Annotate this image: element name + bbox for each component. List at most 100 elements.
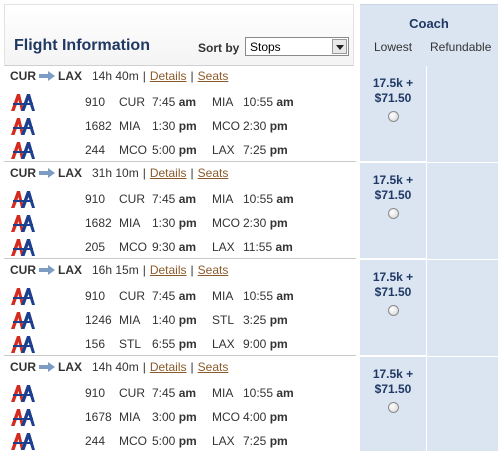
fare-price: 17.5k + $71.50 (360, 270, 426, 300)
sort-dropdown-value: Stops (250, 40, 281, 54)
seats-link[interactable]: Seats (198, 69, 229, 83)
departure-time: 3:00 pm (152, 410, 197, 424)
details-link[interactable]: Details (150, 360, 187, 374)
trip-duration: 31h 10m (92, 166, 139, 180)
coach-fare-cell: 17.5k + $71.50 (360, 260, 498, 356)
departure-airport: CUR (119, 386, 145, 400)
flight-segment: 244 MCO 5:00 pm LAX 7:25 pm (4, 138, 356, 162)
departure-time-value: 6:55 (152, 337, 176, 351)
departure-time-value: 3:00 (152, 410, 176, 424)
refundable-fare-cell (426, 66, 498, 162)
arrival-ampm: pm (269, 337, 288, 351)
fare-cash: $71.50 (374, 188, 412, 202)
arrival-airport: LAX (212, 434, 235, 448)
details-link[interactable]: Details (150, 166, 187, 180)
arrival-airport: MIA (212, 95, 234, 109)
details-link[interactable]: Details (150, 69, 187, 83)
arrival-airport: STL (212, 313, 235, 327)
destination-code: LAX (58, 360, 82, 374)
coach-fare-cell: 17.5k + $71.50 (360, 66, 498, 162)
arrival-time-value: 10:55 (243, 192, 274, 206)
departure-ampm: pm (178, 143, 197, 157)
departure-time-value: 7:45 (152, 192, 176, 206)
arrival-airport: LAX (212, 337, 235, 351)
departure-time: 5:00 pm (152, 143, 197, 157)
departure-airport: MIA (119, 119, 141, 133)
flight-segment: 244 MCO 5:00 pm LAX 7:25 pm (4, 429, 356, 451)
fare-select-radio[interactable] (388, 402, 399, 413)
flight-number: 910 (85, 386, 106, 400)
flight-number: 1682 (85, 216, 112, 230)
flight-segment: 1246 MIA 1:40 pm STL 3:25 pm (4, 308, 356, 332)
arrival-time: 11:55 am (243, 240, 293, 254)
arrival-time-value: 10:55 (243, 95, 274, 109)
flight-segment: 910 CUR 7:45 am MIA 10:55 am (4, 381, 356, 405)
arrival-ampm: am (276, 289, 294, 303)
departure-ampm: pm (178, 337, 197, 351)
departure-airport: MCO (119, 240, 147, 254)
arrival-ampm: am (276, 386, 294, 400)
fare-select-radio[interactable] (388, 208, 399, 219)
separator: | (142, 69, 146, 83)
arrival-ampm: pm (269, 216, 288, 230)
flight-segment: 1678 MIA 3:00 pm MCO 4:00 pm (4, 405, 356, 429)
coach-fare-header: Coach Lowest Refundable (360, 4, 498, 66)
page-title: Flight Information (14, 37, 150, 54)
separator: | (190, 263, 194, 277)
plane-arrow-icon (38, 265, 56, 275)
arrival-airport: MCO (212, 216, 240, 230)
origin-code: CUR (10, 166, 36, 180)
coach-fare-cell: 17.5k + $71.50 (360, 163, 498, 259)
american-airlines-logo (10, 407, 36, 427)
departure-airport: MCO (119, 143, 147, 157)
column-refundable: Refundable (430, 40, 492, 54)
origin-code: CUR (10, 69, 36, 83)
arrival-time: 2:30 pm (243, 216, 288, 230)
fare-cash: $71.50 (374, 382, 412, 396)
seats-link[interactable]: Seats (198, 166, 229, 180)
arrival-airport: MCO (212, 119, 240, 133)
departure-time: 1:30 pm (152, 216, 197, 230)
american-airlines-logo (10, 140, 36, 160)
flight-segment: 1682 MIA 1:30 pm MCO 2:30 pm (4, 211, 356, 235)
departure-ampm: pm (178, 410, 197, 424)
departure-time-value: 7:45 (152, 95, 176, 109)
flight-number: 1682 (85, 119, 112, 133)
flight-number: 244 (85, 434, 106, 448)
departure-time-value: 1:30 (152, 216, 176, 230)
chevron-down-icon[interactable] (332, 39, 347, 54)
arrival-time: 7:25 pm (243, 434, 288, 448)
seats-link[interactable]: Seats (198, 263, 229, 277)
seats-link[interactable]: Seats (198, 360, 229, 374)
departure-ampm: am (178, 289, 197, 303)
flight-number: 910 (85, 192, 106, 206)
fare-select-radio[interactable] (388, 305, 399, 316)
fare-select-radio[interactable] (388, 111, 399, 122)
arrival-time-value: 3:25 (243, 313, 267, 327)
departure-time: 1:40 pm (152, 313, 197, 327)
arrival-time-value: 11:55 (243, 240, 273, 254)
arrival-time: 10:55 am (243, 95, 294, 109)
departure-time-value: 7:45 (152, 289, 176, 303)
separator: | (142, 263, 146, 277)
departure-time: 1:30 pm (152, 119, 197, 133)
departure-time: 7:45 am (152, 95, 196, 109)
departure-time-value: 9:30 (152, 240, 176, 254)
refundable-fare-cell (426, 260, 498, 356)
itinerary-details-panel: CUR LAX 14h 40m | Details | Seats 910 CUR 7:45 am… (4, 357, 356, 451)
refundable-fare-cell (426, 357, 498, 451)
sort-dropdown[interactable]: Stops (245, 37, 349, 56)
arrival-time-value: 10:55 (243, 289, 274, 303)
arrival-ampm: pm (269, 143, 288, 157)
arrival-ampm: pm (269, 410, 288, 424)
departure-ampm: pm (178, 313, 197, 327)
coach-fare-cell: 17.5k + $71.50 (360, 357, 498, 451)
arrival-airport: MIA (212, 386, 234, 400)
plane-arrow-icon (38, 362, 56, 372)
flight-number: 205 (85, 240, 106, 254)
details-link[interactable]: Details (150, 263, 187, 277)
separator: | (190, 360, 194, 374)
flight-segment: 910 CUR 7:45 am MIA 10:55 am (4, 187, 356, 211)
itinerary-summary: CUR LAX 16h 15m | Details | Seats (10, 263, 228, 279)
arrival-time: 10:55 am (243, 386, 294, 400)
